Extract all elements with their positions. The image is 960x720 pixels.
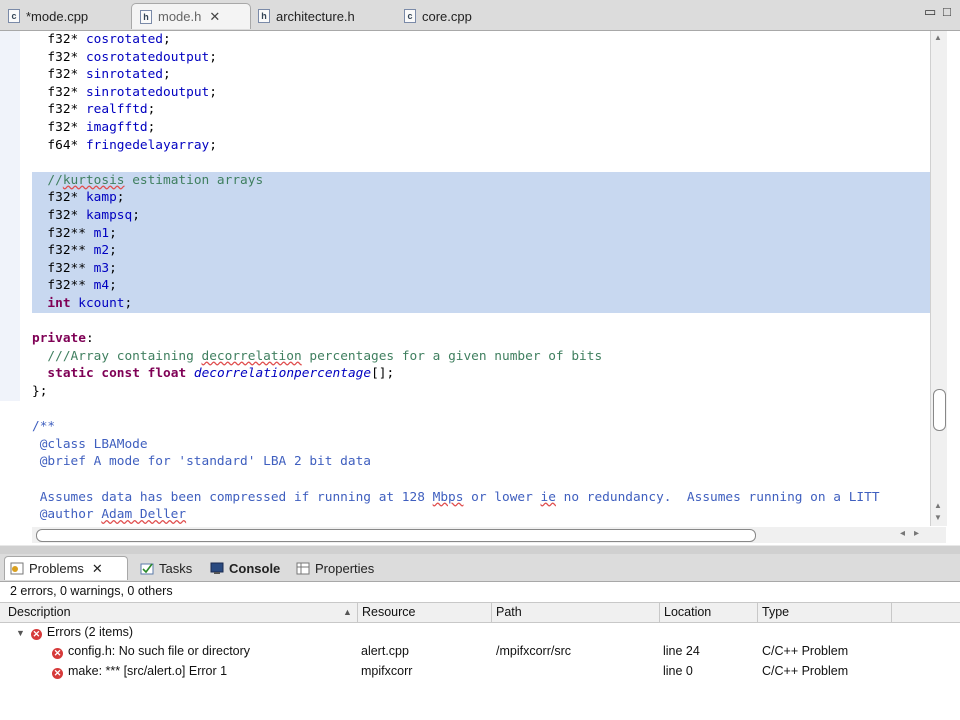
path-cell: /mpifxcorr/src: [496, 644, 571, 658]
tab-label: core.cpp: [422, 8, 472, 24]
code-editor[interactable]: f32* cosrotated; f32* cosrotatedoutput; …: [0, 31, 960, 545]
problems-icon: [10, 562, 24, 575]
doc-comment: Assumes data has been compressed if runn…: [32, 489, 880, 505]
code-line: f32* realfftd;: [47, 102, 156, 118]
tab-label: mode.h: [158, 9, 202, 24]
tab-tasks[interactable]: Tasks: [140, 556, 192, 580]
group-cell: ▼ ✕ Errors (2 items): [16, 622, 133, 643]
code-line: f32* cosrotatedoutput;: [47, 49, 217, 65]
column-header-resource[interactable]: Resource: [358, 603, 492, 622]
properties-icon: [296, 562, 310, 575]
h-file-icon: h: [140, 9, 152, 24]
tab-core-cpp[interactable]: c core.cpp: [404, 3, 472, 29]
tab-properties[interactable]: Properties: [296, 556, 374, 580]
code-line: f32** m3;: [47, 260, 117, 276]
code-line: f32* kamp;: [47, 190, 125, 206]
scroll-thumb[interactable]: [933, 389, 946, 431]
panel-separator[interactable]: [0, 546, 960, 554]
code-line: f32** m1;: [47, 225, 117, 241]
code-line: f32** m4;: [47, 278, 117, 294]
code-line: f32* sinrotatedoutput;: [47, 84, 217, 100]
minimize-icon[interactable]: ▭: [924, 4, 936, 20]
tab-mode-h[interactable]: h mode.h ✕: [131, 3, 251, 29]
code-comment: ///Array containing decorrelation percen…: [47, 348, 603, 364]
tasks-icon: [140, 562, 154, 575]
problems-panel: 2 errors, 0 warnings, 0 others Descripti…: [0, 582, 960, 720]
maximize-icon[interactable]: □: [943, 4, 951, 19]
scroll-down-icon[interactable]: ▼: [934, 513, 942, 522]
error-icon: ✕: [52, 668, 63, 679]
table-header: Description ▲ Resource Path Location Typ…: [0, 602, 960, 623]
table-row[interactable]: ✕ config.h: No such file or directory ale…: [0, 641, 960, 661]
code-line: };: [32, 384, 48, 399]
table-row[interactable]: ✕ make: *** [src/alert.o] Error 1 mpifxco…: [0, 661, 960, 681]
scroll-left-icon[interactable]: ◂: [900, 528, 905, 539]
code-line: private:: [32, 331, 94, 347]
doc-comment: @brief A mode for 'standard' LBA 2 bit d…: [32, 454, 371, 470]
resource-cell: mpifxcorr: [361, 664, 413, 678]
selection-highlight: [32, 172, 930, 313]
error-icon: ✕: [30, 629, 42, 640]
panel-tab-bar: Problems ✕ Tasks Console Properties: [0, 554, 960, 582]
column-header-type[interactable]: Type: [758, 603, 892, 622]
tab-label: *mode.cpp: [26, 8, 89, 24]
tab-console[interactable]: Console: [210, 556, 280, 580]
code-comment: //kurtosis estimation arrays: [47, 172, 264, 188]
code-line: static const float decorrelationpercenta…: [47, 366, 395, 382]
tab-mode-cpp[interactable]: c *mode.cpp: [8, 3, 88, 29]
code-line: f32* cosrotated;: [47, 32, 171, 47]
tab-label: Tasks: [159, 560, 193, 576]
tab-label: Console: [229, 560, 281, 576]
code-line: int kcount;: [47, 296, 133, 311]
code-line: f32* imagfftd;: [47, 120, 156, 135]
c-file-icon: c: [8, 9, 20, 23]
code-line: f32* sinrotated;: [47, 67, 171, 83]
vertical-scrollbar[interactable]: ▲ ▲ ▼: [930, 31, 947, 526]
expand-triangle-icon[interactable]: ▼: [16, 623, 25, 643]
sort-asc-icon: ▲: [343, 607, 352, 617]
error-group-row[interactable]: ▼ ✕ Errors (2 items): [0, 622, 960, 642]
h-file-icon: h: [258, 9, 270, 23]
code-area[interactable]: f32* cosrotated; f32* cosrotatedoutput; …: [0, 31, 930, 526]
column-header-location[interactable]: Location: [660, 603, 758, 622]
doc-comment: @author Adam Deller: [32, 507, 187, 523]
description-cell: ✕ make: *** [src/alert.o] Error 1: [52, 664, 228, 679]
column-header-path[interactable]: Path: [492, 603, 660, 622]
code-line: f64* fringedelayarray;: [47, 137, 217, 153]
tab-label: architecture.h: [276, 8, 355, 24]
horizontal-scrollbar[interactable]: ◂ ▸: [32, 527, 946, 543]
console-icon: [210, 562, 224, 575]
editor-tab-bar: c *mode.cpp h mode.h ✕ h architecture.h …: [0, 0, 960, 31]
type-cell: C/C++ Problem: [762, 664, 849, 678]
column-header-description[interactable]: Description ▲: [4, 603, 358, 622]
scroll-up-icon[interactable]: ▲: [934, 33, 942, 42]
location-cell: line 24: [663, 644, 700, 658]
tab-architecture-h[interactable]: h architecture.h: [258, 3, 355, 29]
scroll-up-icon[interactable]: ▲: [934, 501, 942, 510]
scroll-right-icon[interactable]: ▸: [914, 528, 919, 539]
code-line: f32** m2;: [47, 243, 117, 259]
doc-comment: @class LBAMode: [32, 436, 148, 452]
tab-problems[interactable]: Problems ✕: [4, 556, 128, 580]
c-file-icon: c: [404, 9, 416, 23]
close-icon[interactable]: ✕: [92, 561, 103, 577]
error-icon: ✕: [52, 648, 63, 659]
problems-summary: 2 errors, 0 warnings, 0 others: [10, 584, 173, 598]
resource-cell: alert.cpp: [361, 644, 409, 658]
scroll-thumb[interactable]: [36, 529, 756, 542]
location-cell: line 0: [663, 664, 693, 678]
tab-label: Properties: [315, 560, 375, 576]
close-icon[interactable]: ✕: [209, 9, 220, 25]
description-cell: ✕ config.h: No such file or directory: [52, 644, 251, 659]
type-cell: C/C++ Problem: [762, 644, 849, 658]
code-line: f32* kampsq;: [47, 208, 140, 223]
doc-comment: /**: [32, 419, 56, 435]
tab-label: Problems: [29, 561, 84, 576]
